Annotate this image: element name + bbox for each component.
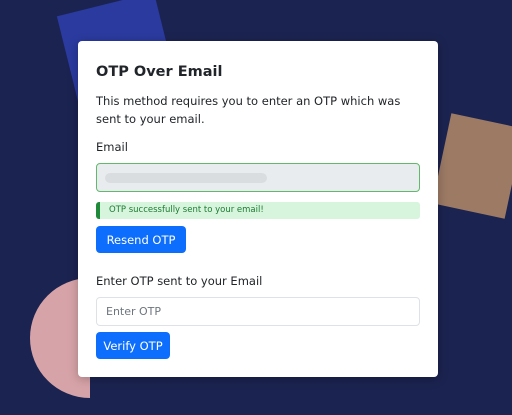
otp-input[interactable] [96,297,420,326]
decorative-tan-square [432,113,512,219]
resend-otp-button[interactable]: Resend OTP [96,226,186,253]
email-label: Email [96,140,128,154]
otp-card: OTP Over Email This method requires you … [78,41,438,377]
card-title: OTP Over Email [96,64,223,80]
otp-label: Enter OTP sent to your Email [96,274,263,288]
blurred-email-value [105,173,267,183]
card-description: This method requires you to enter an OTP… [96,94,401,126]
success-alert: OTP successfully sent to your email! [96,202,420,219]
verify-otp-button[interactable]: Verify OTP [96,332,170,359]
email-field[interactable] [96,163,420,192]
